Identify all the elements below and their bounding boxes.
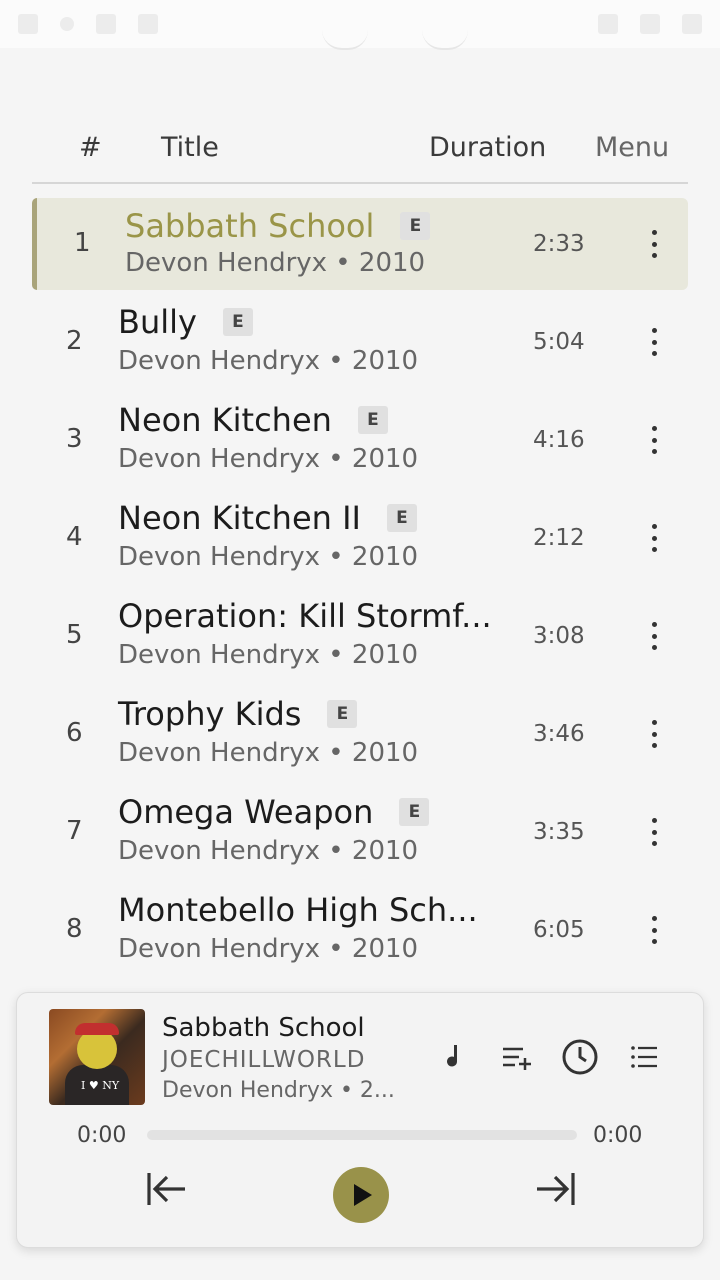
more-options-icon[interactable] xyxy=(649,328,659,356)
track-row[interactable]: 4 Neon Kitchen II E Devon Hendryx • 2010… xyxy=(32,492,688,584)
now-playing-artist: Devon Hendryx • 2... xyxy=(162,1078,395,1103)
track-row[interactable]: 8 Montebello High Sch... Devon Hendryx •… xyxy=(32,884,688,976)
track-artist-year: Devon Hendryx • 2010 xyxy=(118,542,419,572)
track-artist-year: Devon Hendryx • 2010 xyxy=(118,934,419,964)
track-title: Neon Kitchen II xyxy=(118,499,361,537)
track-title: Sabbath School xyxy=(125,207,375,245)
header-number: # xyxy=(79,132,102,163)
track-duration: 4:16 xyxy=(533,427,585,453)
track-number: 5 xyxy=(66,620,83,650)
track-number: 2 xyxy=(66,326,83,356)
track-title: Operation: Kill Stormf... xyxy=(118,597,492,635)
explicit-badge: E xyxy=(327,700,358,728)
track-artist-year: Devon Hendryx • 2010 xyxy=(118,444,419,474)
track-duration: 2:33 xyxy=(533,231,585,257)
play-icon xyxy=(354,1184,372,1206)
track-artist-year: Devon Hendryx • 2010 xyxy=(118,836,419,866)
explicit-badge: E xyxy=(357,406,388,434)
download-icon xyxy=(96,14,116,34)
music-note-icon[interactable] xyxy=(435,1037,475,1077)
track-title: Montebello High Sch... xyxy=(118,891,478,929)
track-number: 7 xyxy=(66,816,83,846)
queue-list-icon[interactable] xyxy=(624,1037,664,1077)
more-options-icon[interactable] xyxy=(649,230,659,258)
track-artist-year: Devon Hendryx • 2010 xyxy=(125,248,426,278)
track-duration: 3:46 xyxy=(533,721,585,747)
more-options-icon[interactable] xyxy=(649,916,659,944)
track-number: 4 xyxy=(66,522,83,552)
mini-player: I ♥ NY Sabbath School JOECHILLWORLD Devo… xyxy=(16,992,704,1248)
track-artist-year: Devon Hendryx • 2010 xyxy=(118,738,419,768)
album-art-shirt-text: I ♥ NY xyxy=(81,1079,120,1092)
play-button[interactable] xyxy=(333,1167,389,1223)
track-row[interactable]: 2 Bully E Devon Hendryx • 2010 5:04 xyxy=(32,296,688,388)
track-title: Bully xyxy=(118,303,197,341)
more-options-icon[interactable] xyxy=(649,524,659,552)
track-number: 6 xyxy=(66,718,83,748)
track-duration: 3:35 xyxy=(533,819,585,845)
seek-bar[interactable] xyxy=(147,1130,577,1140)
now-playing-title: Sabbath School xyxy=(162,1013,365,1043)
header-menu: Menu xyxy=(595,132,670,163)
signal-icon xyxy=(640,14,660,34)
album-art-face xyxy=(77,1029,117,1069)
album-art[interactable]: I ♥ NY xyxy=(49,1009,145,1105)
track-row[interactable]: 7 Omega Weapon E Devon Hendryx • 2010 3:… xyxy=(32,786,688,878)
track-number: 1 xyxy=(74,228,91,258)
explicit-badge: E xyxy=(399,798,430,826)
history-clock-icon[interactable] xyxy=(560,1037,600,1077)
elapsed-time: 0:00 xyxy=(77,1123,127,1148)
tracklist-header: # Title Duration Menu xyxy=(32,128,688,184)
now-playing-album: JOECHILLWORLD xyxy=(162,1047,366,1073)
header-title[interactable]: Title xyxy=(161,132,219,163)
track-number: 8 xyxy=(66,914,83,944)
round-button[interactable] xyxy=(322,30,368,50)
track-title: Omega Weapon xyxy=(118,793,374,831)
track-duration: 6:05 xyxy=(533,917,585,943)
track-row[interactable]: 5 Operation: Kill Stormf... Devon Hendry… xyxy=(32,590,688,682)
skip-previous-icon[interactable] xyxy=(143,1165,191,1213)
track-title: Neon Kitchen xyxy=(118,401,332,439)
top-action-buttons xyxy=(322,30,468,50)
explicit-badge: E xyxy=(386,504,417,532)
header-duration[interactable]: Duration xyxy=(429,132,546,163)
total-time: 0:00 xyxy=(593,1123,643,1148)
more-options-icon[interactable] xyxy=(649,720,659,748)
battery-icon xyxy=(682,14,702,34)
track-title: Trophy Kids xyxy=(118,695,302,733)
track-number: 3 xyxy=(66,424,83,454)
notification-icon xyxy=(138,14,158,34)
track-row[interactable]: 3 Neon Kitchen E Devon Hendryx • 2010 4:… xyxy=(32,394,688,486)
track-duration: 2:12 xyxy=(533,525,585,551)
track-duration: 3:08 xyxy=(533,623,585,649)
explicit-badge: E xyxy=(222,308,253,336)
notification-icon xyxy=(18,14,38,34)
add-to-queue-icon[interactable] xyxy=(497,1037,537,1077)
notification-icon xyxy=(60,17,74,31)
more-options-icon[interactable] xyxy=(649,818,659,846)
wifi-icon xyxy=(598,14,618,34)
track-row[interactable]: 6 Trophy Kids E Devon Hendryx • 2010 3:4… xyxy=(32,688,688,780)
more-options-icon[interactable] xyxy=(649,426,659,454)
track-duration: 5:04 xyxy=(533,329,585,355)
explicit-badge: E xyxy=(400,212,431,240)
track-artist-year: Devon Hendryx • 2010 xyxy=(118,640,419,670)
skip-next-icon[interactable] xyxy=(531,1165,579,1213)
track-row[interactable]: 1 Sabbath School E Devon Hendryx • 2010 … xyxy=(32,198,688,290)
more-options-icon[interactable] xyxy=(649,622,659,650)
track-artist-year: Devon Hendryx • 2010 xyxy=(118,346,419,376)
round-button[interactable] xyxy=(422,30,468,50)
album-art-cap xyxy=(75,1023,119,1035)
